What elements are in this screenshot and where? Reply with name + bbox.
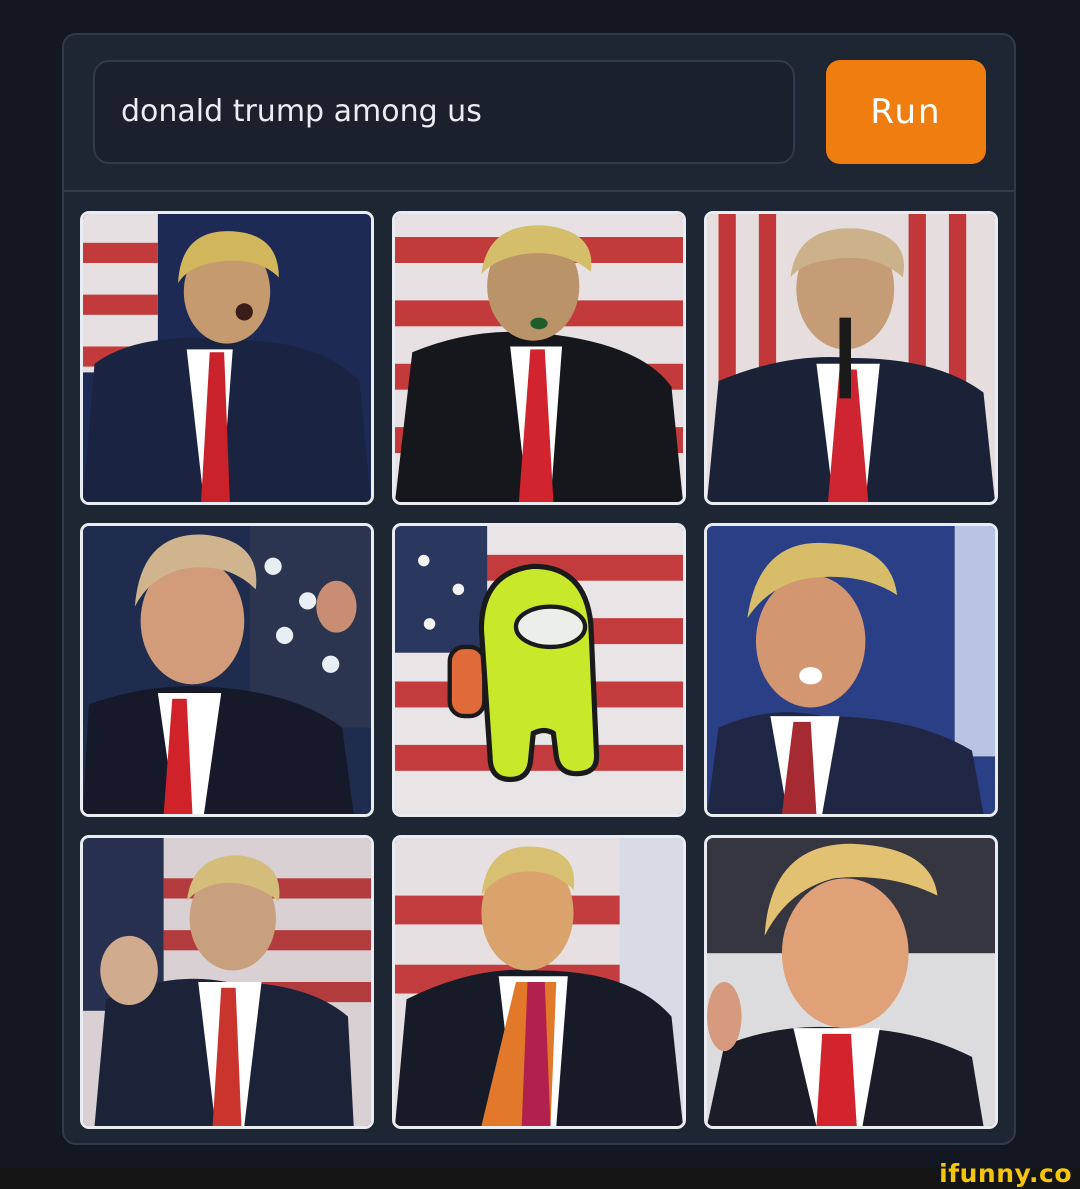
suit-figure-image: [83, 214, 371, 502]
divider: [64, 190, 1014, 192]
result-image-8[interactable]: [392, 835, 686, 1129]
run-button[interactable]: Run: [826, 60, 986, 164]
suit-figure-image: [707, 214, 995, 502]
page: { "prompt": { "value": "donald trump amo…: [0, 0, 1080, 1189]
result-image-7[interactable]: [80, 835, 374, 1129]
suit-figure-image: [83, 838, 371, 1126]
results-grid: [80, 211, 1000, 1129]
result-image-2[interactable]: [392, 211, 686, 505]
result-image-9[interactable]: [704, 835, 998, 1129]
suit-figure-image: [707, 838, 995, 1126]
suit-figure-image: [707, 526, 995, 814]
crewmate-image: [395, 526, 683, 814]
result-image-6[interactable]: [704, 523, 998, 817]
result-image-4[interactable]: [80, 523, 374, 817]
prompt-input[interactable]: donald trump among us: [93, 60, 795, 164]
result-image-3[interactable]: [704, 211, 998, 505]
suit-figure-image: [395, 838, 683, 1126]
result-image-5[interactable]: [392, 523, 686, 817]
suit-figure-image: [83, 526, 371, 814]
result-image-1[interactable]: [80, 211, 374, 505]
ifunny-watermark: ifunny.co: [939, 1159, 1072, 1188]
suit-figure-image: [395, 214, 683, 502]
watermark-bar: [0, 1168, 1080, 1189]
